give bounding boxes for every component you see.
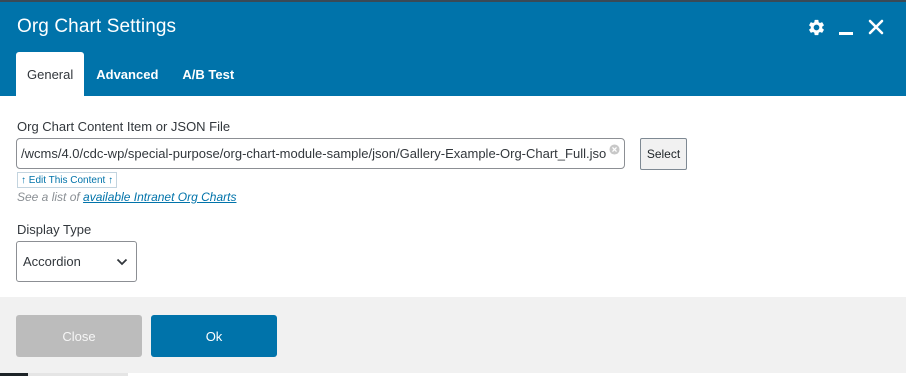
org-chart-settings-dialog: Org Chart Settings General Advanced A/B …	[0, 0, 906, 376]
content-field-label: Org Chart Content Item or JSON File	[17, 119, 231, 134]
tab-general[interactable]: General	[16, 52, 85, 96]
hint-prefix: See a list of	[17, 190, 84, 204]
display-type-select[interactable]: Accordion	[16, 241, 137, 282]
close-icon[interactable]	[866, 16, 886, 38]
content-file-input[interactable]: /wcms/4.0/cdc-wp/special-purpose/org-cha…	[16, 138, 625, 169]
display-type-label: Display Type	[17, 222, 92, 237]
org-chart-hint: See a list of available Intranet Org Cha…	[17, 190, 236, 204]
content-file-value: /wcms/4.0/cdc-wp/special-purpose/org-cha…	[21, 146, 606, 161]
available-org-charts-link[interactable]: available Intranet Org Charts	[83, 190, 236, 204]
gear-icon[interactable]	[806, 16, 826, 38]
close-button[interactable]: Close	[16, 315, 142, 357]
clear-icon[interactable]	[608, 144, 620, 156]
display-type-value: Accordion	[23, 254, 81, 269]
dialog-title: Org Chart Settings	[17, 16, 177, 37]
ok-button[interactable]: Ok	[151, 315, 277, 357]
settings-tabs: General Advanced A/B Test	[16, 52, 246, 96]
tab-ab-test[interactable]: A/B Test	[170, 52, 246, 96]
header-controls	[806, 16, 886, 38]
dialog-footer: Close Ok	[0, 297, 906, 376]
edit-content-link[interactable]: ↑ Edit This Content ↑	[17, 172, 118, 188]
general-tab-panel: Org Chart Content Item or JSON File /wcm…	[0, 96, 906, 297]
tab-advanced[interactable]: Advanced	[84, 52, 170, 96]
minimize-icon[interactable]	[836, 16, 856, 38]
select-button[interactable]: Select	[640, 138, 687, 170]
dialog-header: Org Chart Settings General Advanced A/B …	[0, 2, 906, 96]
chevron-down-icon	[116, 254, 128, 269]
